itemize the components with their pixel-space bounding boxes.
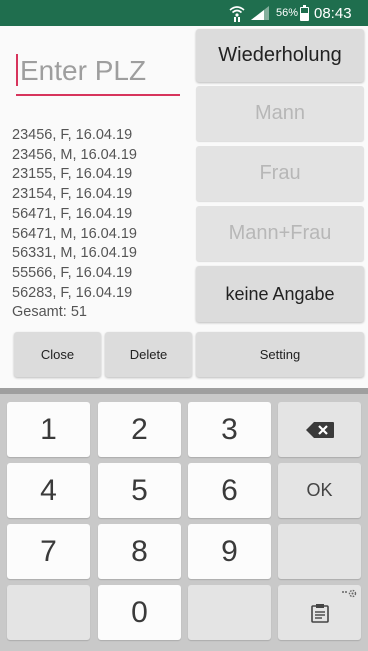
blank-key: [7, 585, 90, 640]
clipboard-icon: [310, 603, 329, 623]
list-item: 23456, M, 16.04.19: [12, 146, 137, 163]
delete-button[interactable]: Delete: [105, 332, 192, 377]
key-8[interactable]: 8: [98, 524, 181, 579]
plz-input[interactable]: [16, 48, 180, 96]
signal-icon: [251, 6, 269, 20]
status-bar: 56% 08:43: [0, 0, 368, 26]
gear-icon: [342, 589, 357, 598]
blank-key: [278, 524, 361, 579]
list-item: 56283, F, 16.04.19: [12, 284, 133, 301]
list-item: 23456, F, 16.04.19: [12, 127, 133, 143]
app-content: 23456, F, 16.04.19 23456, M, 16.04.19 23…: [0, 26, 368, 388]
list-item: 56471, M, 16.04.19: [12, 225, 137, 242]
wifi-icon: [229, 6, 245, 22]
numeric-keyboard: 1 2 3 4 5 6 OK 7 8 9 0: [0, 388, 368, 651]
list-item: 56331, M, 16.04.19: [12, 245, 137, 262]
list-item: 23154, F, 16.04.19: [12, 186, 133, 203]
key-3[interactable]: 3: [188, 402, 271, 457]
battery-icon: [300, 5, 309, 21]
backspace-key[interactable]: [278, 402, 361, 457]
key-1[interactable]: 1: [7, 402, 90, 457]
total-count: Gesamt: 51: [12, 304, 87, 321]
keine-angabe-button[interactable]: keine Angabe: [196, 266, 364, 322]
ok-key[interactable]: OK: [278, 463, 361, 518]
mann-button[interactable]: Mann: [196, 86, 364, 141]
key-2[interactable]: 2: [98, 402, 181, 457]
key-5[interactable]: 5: [98, 463, 181, 518]
frau-button[interactable]: Frau: [196, 146, 364, 201]
clock: 08:43: [314, 5, 352, 22]
wiederholung-button[interactable]: Wiederholung: [196, 29, 364, 82]
plz-field[interactable]: [16, 48, 180, 102]
key-4[interactable]: 4: [7, 463, 90, 518]
key-6[interactable]: 6: [188, 463, 271, 518]
mann-frau-button[interactable]: Mann+Frau: [196, 206, 364, 261]
close-button[interactable]: Close: [14, 332, 101, 377]
key-7[interactable]: 7: [7, 524, 90, 579]
blank-key: [188, 585, 271, 640]
list-item: 23155, F, 16.04.19: [12, 166, 133, 183]
clipboard-key[interactable]: [278, 585, 361, 640]
entries-list: 23456, F, 16.04.19 23456, M, 16.04.19 23…: [12, 126, 190, 323]
list-item: 55566, F, 16.04.19: [12, 264, 133, 281]
battery-percentage: 56%: [276, 7, 299, 19]
backspace-icon: [305, 421, 334, 438]
list-item: 56471, F, 16.04.19: [12, 205, 133, 222]
text-cursor: [16, 54, 18, 86]
key-9[interactable]: 9: [188, 524, 271, 579]
setting-button[interactable]: Setting: [196, 332, 364, 377]
key-0[interactable]: 0: [98, 585, 181, 640]
